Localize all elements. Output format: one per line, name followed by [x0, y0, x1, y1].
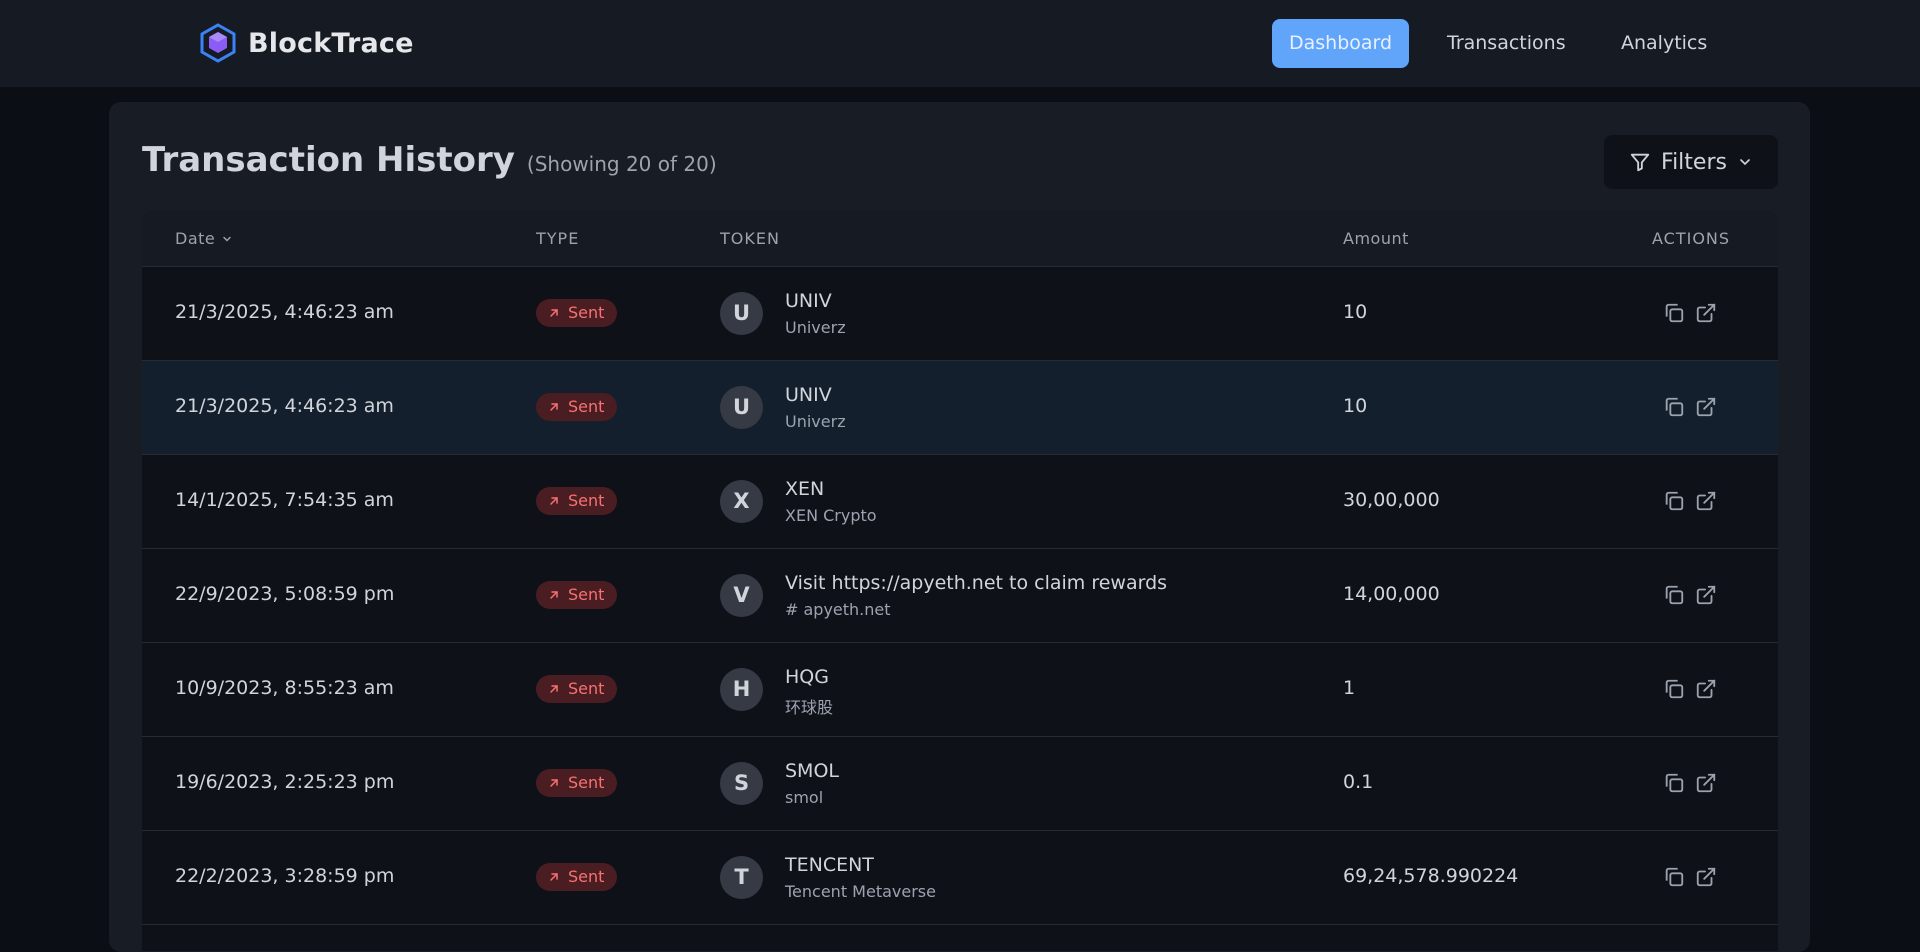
copy-icon[interactable] [1663, 584, 1685, 606]
row-amount: 0.1 [1343, 771, 1374, 793]
table-row[interactable]: 21/3/2025, 4:46:23 am Sent U UNIV Univerz 10 [142, 267, 1778, 361]
token-fullname: Univerz [785, 412, 846, 431]
table-row[interactable]: 19/6/2023, 2:25:23 pm Sent S SMOL smol 0.1 [142, 737, 1778, 831]
brand[interactable]: BlockTrace [198, 23, 414, 63]
row-amount: 10 [1343, 395, 1368, 417]
copy-icon[interactable] [1663, 490, 1685, 512]
page-title: Transaction History [142, 140, 515, 180]
token-fullname: Univerz [785, 318, 846, 337]
token-symbol: TENCENT [785, 854, 874, 876]
filter-funnel-icon [1630, 153, 1650, 172]
copy-icon[interactable] [1663, 678, 1685, 700]
table-header: Date TYPE TOKEN Amount ACTIONS [142, 211, 1778, 267]
type-badge-sent: Sent [536, 675, 618, 703]
chevron-down-icon [1740, 159, 1750, 166]
row-amount: 10 [1343, 301, 1368, 323]
chevron-down-icon [223, 236, 231, 242]
arrow-up-right-icon [550, 779, 558, 787]
type-label: Sent [568, 585, 605, 604]
transactions-table: Date TYPE TOKEN Amount ACTIONS 21/3/2025… [142, 211, 1778, 951]
row-amount: 14,00,000 [1343, 583, 1440, 605]
type-badge-sent: Sent [536, 299, 618, 327]
type-badge-sent: Sent [536, 581, 618, 609]
nav-transactions[interactable]: Transactions [1430, 19, 1583, 68]
arrow-up-right-icon [550, 873, 558, 881]
table-row[interactable]: 10/9/2023, 8:55:23 am Sent H HQG 环球股 1 [142, 643, 1778, 737]
type-label: Sent [568, 397, 605, 416]
token-avatar: H [720, 668, 763, 711]
token-fullname: XEN Crypto [785, 506, 877, 525]
token-avatar: U [720, 292, 763, 335]
type-label: Sent [568, 491, 605, 510]
row-date: 21/3/2025, 4:46:23 am [175, 301, 394, 323]
token-symbol: Visit https://apyeth.net to claim reward… [785, 572, 1168, 594]
column-date[interactable]: Date [175, 229, 233, 248]
external-link-icon[interactable] [1695, 584, 1717, 606]
token-fullname: Tencent Metaverse [785, 882, 936, 901]
type-badge-sent: Sent [536, 487, 618, 515]
token-avatar: U [720, 386, 763, 429]
filters-label: Filters [1661, 149, 1727, 175]
column-type: TYPE [536, 229, 580, 248]
filters-button[interactable]: Filters [1604, 135, 1778, 189]
arrow-up-right-icon [550, 403, 558, 411]
token-avatar: S [720, 762, 763, 805]
token-fullname: smol [785, 788, 824, 807]
type-label: Sent [568, 679, 605, 698]
row-date: 22/2/2023, 3:28:59 pm [175, 865, 395, 887]
column-token: TOKEN [720, 229, 780, 248]
token-symbol: HQG [785, 666, 829, 688]
brand-name: BlockTrace [248, 27, 414, 59]
column-actions: ACTIONS [1652, 229, 1731, 248]
token-avatar: T [720, 856, 763, 899]
type-badge-sent: Sent [536, 769, 618, 797]
external-link-icon[interactable] [1695, 772, 1717, 794]
token-symbol: SMOL [785, 760, 839, 782]
table-row[interactable]: 22/2/2023, 3:28:59 pm Sent T TENCENT Tencent… [142, 831, 1778, 925]
token-symbol: UNIV [785, 384, 832, 406]
copy-icon[interactable] [1663, 396, 1685, 418]
copy-icon[interactable] [1663, 302, 1685, 324]
type-label: Sent [568, 303, 605, 322]
column-amount: Amount [1343, 229, 1409, 248]
row-date: 21/3/2025, 4:46:23 am [175, 395, 394, 417]
row-amount: 69,24,578.990224 [1343, 865, 1519, 887]
row-date: 14/1/2025, 7:54:35 am [175, 489, 394, 511]
table-row[interactable]: 21/3/2025, 4:46:23 am Sent U UNIV Univerz 10 [142, 361, 1778, 455]
column-date-label: Date [175, 229, 216, 248]
token-avatar: X [720, 480, 763, 523]
table-row[interactable]: 22/9/2023, 5:08:59 pm Sent V Visit https://… [142, 549, 1778, 643]
page-header: Transaction History (Showing 20 of 20) [142, 140, 717, 180]
row-amount: 1 [1343, 677, 1356, 699]
token-fullname: # apyeth.net [785, 600, 891, 619]
nav-analytics[interactable]: Analytics [1604, 19, 1724, 68]
copy-icon[interactable] [1663, 772, 1685, 794]
row-amount: 30,00,000 [1343, 489, 1440, 511]
type-label: Sent [568, 773, 605, 792]
external-link-icon[interactable] [1695, 490, 1717, 512]
external-link-icon[interactable] [1695, 866, 1717, 888]
nav-dashboard[interactable]: Dashboard [1272, 19, 1410, 68]
arrow-up-right-icon [550, 685, 558, 693]
token-fullname: 环球股 [785, 698, 834, 717]
row-date: 19/6/2023, 2:25:23 pm [175, 771, 395, 793]
copy-icon[interactable] [1663, 866, 1685, 888]
external-link-icon[interactable] [1695, 396, 1717, 418]
external-link-icon[interactable] [1695, 678, 1717, 700]
row-date: 22/9/2023, 5:08:59 pm [175, 583, 395, 605]
token-avatar: V [720, 574, 763, 617]
type-badge-sent: Sent [536, 393, 618, 421]
external-link-icon[interactable] [1695, 302, 1717, 324]
arrow-up-right-icon [550, 309, 558, 317]
type-label: Sent [568, 867, 605, 886]
row-date: 10/9/2023, 8:55:23 am [175, 677, 394, 699]
hexagon-cube-icon [200, 23, 236, 63]
token-symbol: UNIV [785, 290, 832, 312]
result-count: (Showing 20 of 20) [526, 152, 717, 176]
arrow-up-right-icon [550, 591, 558, 599]
token-symbol: XEN [785, 478, 825, 500]
arrow-up-right-icon [550, 497, 558, 505]
table-row[interactable]: 14/1/2025, 7:54:35 am Sent X XEN XEN Crypto 3… [142, 455, 1778, 549]
type-badge-sent: Sent [536, 863, 618, 891]
